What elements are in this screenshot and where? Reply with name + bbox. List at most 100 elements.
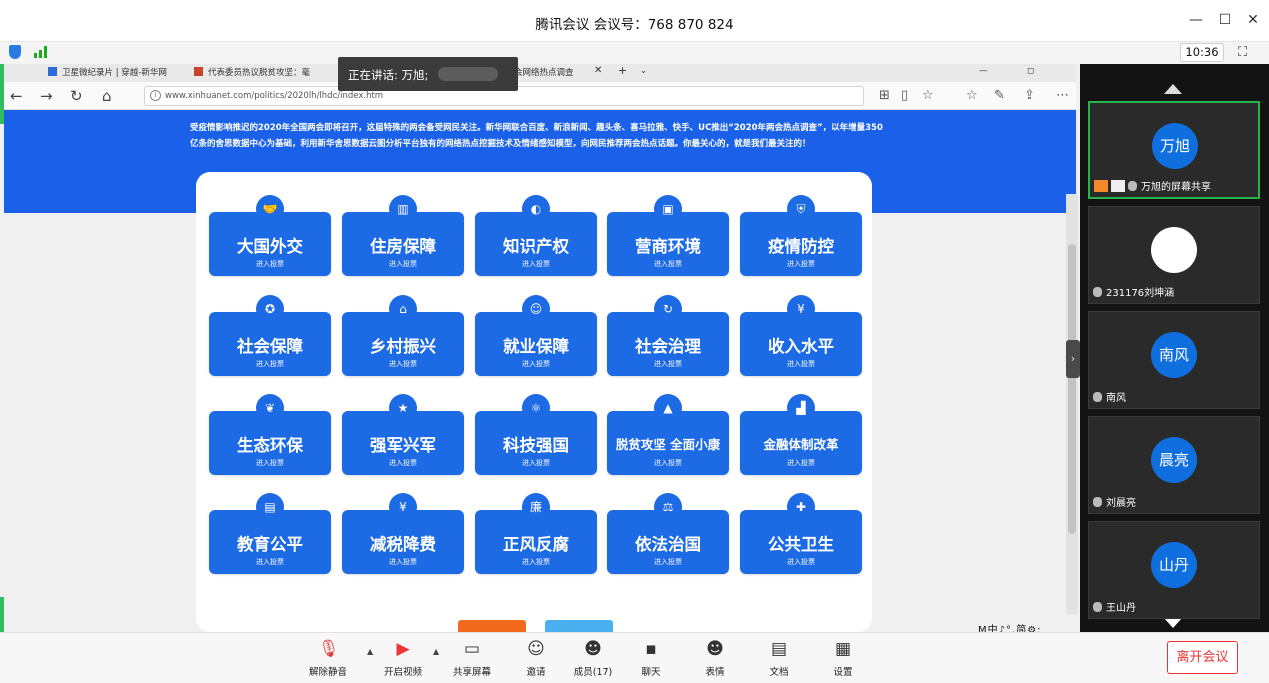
leaf-icon: ❦ (256, 394, 284, 422)
participant-name-text: 南风 (1106, 393, 1126, 404)
forward-icon[interactable]: → (40, 87, 53, 105)
maximize-button[interactable]: ☐ (1216, 12, 1234, 28)
scroll-down-arrow-icon[interactable] (1164, 618, 1182, 628)
enter-vote-link[interactable]: 进入投票 (475, 359, 597, 369)
members-icon: ☻ (584, 639, 602, 659)
topic-tile[interactable]: ↻ 社会治理 进入投票 (607, 295, 729, 376)
enter-vote-link[interactable]: 进入投票 (209, 458, 331, 468)
enter-vote-link[interactable]: 进入投票 (740, 458, 862, 468)
enter-vote-link[interactable]: 进入投票 (475, 557, 597, 567)
scroll-thumb[interactable] (1068, 244, 1076, 534)
emoji-label: 表情 (705, 667, 725, 678)
enter-vote-link[interactable]: 进入投票 (607, 557, 729, 567)
refresh-icon[interactable]: ↻ (70, 87, 83, 105)
enter-vote-link[interactable]: 进入投票 (475, 259, 597, 269)
more-icon[interactable]: ⋯ (1056, 88, 1069, 103)
enter-vote-link[interactable]: 进入投票 (740, 557, 862, 567)
browser-minimize-icon[interactable]: — (979, 66, 988, 76)
participant-tile[interactable]: 晨亮 刘晨亮 (1088, 416, 1260, 514)
invite-button[interactable]: ☺ 邀请 (506, 639, 566, 678)
video-options-caret-icon[interactable]: ▲ (433, 647, 439, 656)
share-screen-button[interactable]: ▭ 共享屏幕 (442, 639, 502, 678)
enter-vote-link[interactable]: 进入投票 (740, 359, 862, 369)
close-button[interactable]: ✕ (1244, 12, 1262, 28)
participant-tile[interactable]: 万旭 万旭的屏幕共享 (1088, 101, 1260, 199)
enter-vote-link[interactable]: 进入投票 (209, 259, 331, 269)
topic-tile[interactable]: ❦ 生态环保 进入投票 (209, 394, 331, 475)
browser-tab-active[interactable]: 会网络热点调查 (514, 66, 574, 78)
topic-tile[interactable]: 🤝 大国外交 进入投票 (209, 195, 331, 276)
topic-tile[interactable]: ▲ 脱贫攻坚 全面小康 进入投票 (607, 394, 729, 475)
topic-tile[interactable]: ¥ 减税降费 进入投票 (342, 493, 464, 574)
new-tab-icon[interactable]: + (618, 64, 627, 77)
settings-button[interactable]: ▦ 设置 (813, 639, 873, 678)
topic-tile[interactable]: ⛨ 疫情防控 进入投票 (740, 195, 862, 276)
fullscreen-icon[interactable]: ⛶ (1238, 45, 1247, 60)
speaking-indicator: 正在讲话: 万旭; (338, 57, 518, 91)
enter-vote-link[interactable]: 进入投票 (607, 259, 729, 269)
participant-tile[interactable]: 231176刘坤涵 (1088, 206, 1260, 304)
topic-tile[interactable]: ◐ 知识产权 进入投票 (475, 195, 597, 276)
page-scrollbar[interactable] (1066, 194, 1078, 614)
enter-vote-link[interactable]: 进入投票 (740, 259, 862, 269)
qr-icon[interactable]: ⊞ (879, 88, 890, 103)
settings-label: 设置 (833, 667, 853, 678)
topic-tile[interactable]: ▟ 金融体制改革 进入投票 (740, 394, 862, 475)
topic-tile[interactable]: ☺ 就业保障 进入投票 (475, 295, 597, 376)
enter-vote-link[interactable]: 进入投票 (607, 359, 729, 369)
leave-meeting-button[interactable]: 离开会议 (1167, 641, 1238, 674)
tab-list-icon[interactable]: ⌄ (640, 66, 647, 76)
avatar: 晨亮 (1151, 437, 1197, 483)
home-icon[interactable]: ⌂ (102, 87, 112, 105)
panel-collapse-button[interactable]: › (1066, 340, 1080, 378)
topic-tile[interactable]: ⚖ 依法治国 进入投票 (607, 493, 729, 574)
reading-view-icon[interactable]: ▯ (901, 88, 908, 103)
ime-toolbar[interactable]: M中♪°,简⚙: (978, 621, 1042, 632)
share-page-icon[interactable]: ⇪ (1024, 88, 1035, 103)
chat-button[interactable]: ▪ 聊天 (621, 639, 681, 678)
enter-vote-link[interactable]: 进入投票 (209, 359, 331, 369)
browser-restore-icon[interactable]: ◻ (1027, 66, 1034, 76)
topic-tile[interactable]: ★ 强军兴军 进入投票 (342, 394, 464, 475)
participant-tile[interactable]: 山丹 王山丹 (1088, 521, 1260, 619)
enter-vote-link[interactable]: 进入投票 (342, 259, 464, 269)
favorites-list-icon[interactable]: ☆ (966, 88, 978, 103)
enter-vote-link[interactable]: 进入投票 (342, 557, 464, 567)
participant-tile[interactable]: 南风 南风 (1088, 311, 1260, 409)
tab-close-icon[interactable]: ✕ (594, 65, 602, 76)
intro-text: 受疫情影响推迟的2020年全国两会即将召开，这届特殊的两会备受网民关注。新华网联… (190, 123, 883, 149)
enter-vote-link[interactable]: 进入投票 (209, 557, 331, 567)
minimize-button[interactable]: — (1187, 12, 1205, 28)
unmute-button[interactable]: 🎙 解除静音 (298, 639, 358, 678)
topic-tile[interactable]: ⚛ 科技强国 进入投票 (475, 394, 597, 475)
topic-tile[interactable]: 廉正风反腐 进入投票 (475, 493, 597, 574)
enter-vote-link[interactable]: 进入投票 (607, 458, 729, 468)
submit-vote-button[interactable] (458, 620, 526, 632)
docs-button[interactable]: ▤ 文档 (749, 639, 809, 678)
topic-tile[interactable]: ▤ 教育公平 进入投票 (209, 493, 331, 574)
favorite-star-icon[interactable]: ☆ (922, 88, 934, 103)
scroll-up-arrow-icon[interactable] (1164, 84, 1182, 94)
view-results-button[interactable] (545, 620, 613, 632)
browser-tab[interactable]: 代表委员热议脱贫攻坚：毫 (208, 66, 310, 78)
meeting-title: 腾讯会议 会议号：768 870 824 (535, 17, 734, 33)
browser-tab[interactable]: 卫星微纪录片 | 穿越-新华网 (62, 66, 167, 78)
topic-tile[interactable]: ✚ 公共卫生 进入投票 (740, 493, 862, 574)
topic-tile[interactable]: ▥ 住房保障 进入投票 (342, 195, 464, 276)
topic-tile[interactable]: ⌂ 乡村振兴 进入投票 (342, 295, 464, 376)
topic-tile[interactable]: ✪ 社会保障 进入投票 (209, 295, 331, 376)
topic-label: 金融体制改革 (763, 437, 839, 452)
site-info-icon[interactable]: i (150, 90, 161, 101)
topic-tile[interactable]: ¥ 收入水平 进入投票 (740, 295, 862, 376)
signal-icon[interactable] (34, 46, 50, 58)
back-icon[interactable]: ← (10, 87, 23, 105)
topic-tile[interactable]: ▣ 营商环境 进入投票 (607, 195, 729, 276)
members-button[interactable]: ☻ 成员(17) (563, 639, 623, 678)
pen-icon[interactable]: ✎ (994, 88, 1005, 103)
security-shield-icon[interactable] (9, 45, 21, 59)
enter-vote-link[interactable]: 进入投票 (342, 359, 464, 369)
enter-vote-link[interactable]: 进入投票 (342, 458, 464, 468)
emoji-button[interactable]: ☻ 表情 (685, 639, 745, 678)
enter-vote-link[interactable]: 进入投票 (475, 458, 597, 468)
start-video-button[interactable]: ▶ 开启视频 (373, 639, 433, 678)
